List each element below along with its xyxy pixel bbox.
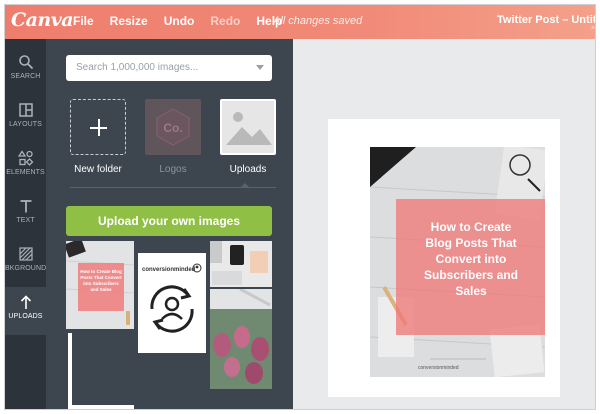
menu-resize[interactable]: Resize: [110, 14, 148, 28]
brand-wordmark: conversionminded: [142, 267, 196, 273]
uploaded-image-desk[interactable]: [210, 241, 272, 287]
top-bar: Canva File Resize Undo Redo Help All cha…: [5, 5, 595, 39]
text-icon: [20, 200, 31, 213]
search-icon: [18, 55, 33, 70]
uploads-folder[interactable]: Uploads: [220, 99, 276, 175]
headline-line-5: Sales: [455, 284, 487, 298]
main-menu: File Resize Undo Redo Help: [73, 14, 298, 28]
panel-divider: [70, 187, 276, 188]
elements-icon: [17, 150, 33, 166]
photo-brand-footer: conversionminded: [418, 365, 459, 371]
nav-search[interactable]: SEARCH: [5, 47, 46, 95]
desk-photo-thumbnail: [210, 241, 272, 287]
menu-redo[interactable]: Redo: [210, 14, 240, 28]
new-folder-button[interactable]: New folder: [70, 99, 126, 175]
thumb-headline: How to Create Blog Posts That Convert in…: [80, 269, 122, 292]
upload-arrow-icon: [20, 295, 31, 309]
app-window: Canva File Resize Undo Redo Help All cha…: [4, 4, 596, 410]
save-status: All changes saved: [273, 15, 363, 27]
nav-background-label: BKGROUND: [5, 265, 47, 272]
menu-file[interactable]: File: [73, 14, 94, 28]
logos-folder-tile[interactable]: Co.: [145, 99, 201, 155]
headline-line-4: Subscribers and: [423, 268, 519, 282]
nav-layouts-label: LAYOUTS: [9, 121, 42, 128]
headline-overlay[interactable]: How to Create Blog Posts That Convert in…: [396, 199, 545, 335]
menu-undo[interactable]: Undo: [164, 14, 195, 28]
nav-elements[interactable]: ELEMENTS: [5, 143, 46, 191]
headline-text[interactable]: How to Create Blog Posts That Convert in…: [396, 219, 545, 299]
nav-uploads[interactable]: UPLOADS: [5, 287, 46, 335]
plus-icon-vertical: [98, 119, 100, 136]
flowers-photo-thumbnail: [210, 289, 272, 389]
nav-text-label: TEXT: [16, 217, 35, 224]
uploads-folder-tile[interactable]: [220, 99, 276, 155]
uploaded-image-flowers[interactable]: [210, 289, 272, 389]
layouts-icon: [18, 103, 33, 117]
divider-pointer: [241, 183, 249, 187]
image-placeholder-icon: [222, 101, 274, 153]
design-canvas-area: How to Create Blog Posts That Convert in…: [293, 39, 595, 409]
canva-logo[interactable]: Canva: [11, 9, 74, 31]
headline-line-2: Blog Posts That: [425, 236, 517, 250]
logos-folder[interactable]: Co. Logos: [145, 99, 201, 175]
nav-elements-label: ELEMENTS: [6, 169, 45, 176]
thumb-top-band: [138, 241, 206, 253]
nav-layouts[interactable]: LAYOUTS: [5, 95, 46, 143]
user-sync-icon: [192, 263, 202, 273]
uploads-panel: Search 1,000,000 images... New folder Co…: [46, 39, 293, 409]
search-input[interactable]: Search 1,000,000 images...: [66, 55, 272, 81]
design-photo[interactable]: How to Create Blog Posts That Convert in…: [370, 147, 545, 377]
uploaded-image-blog-cover[interactable]: How to Create Blog Posts That Convert in…: [66, 241, 134, 329]
uploaded-image-frame[interactable]: [66, 333, 134, 409]
uploads-label: Uploads: [229, 164, 267, 175]
upload-images-button[interactable]: Upload your own images: [66, 206, 272, 236]
headline-line-3: Convert into: [435, 252, 507, 266]
close-icon[interactable]: ×: [591, 25, 595, 32]
nav-search-label: SEARCH: [10, 73, 41, 80]
user-sync-large-icon: [150, 285, 194, 333]
nav-uploads-label: UPLOADS: [8, 313, 43, 320]
nav-text[interactable]: TEXT: [5, 191, 46, 239]
left-nav: SEARCH LAYOUTS ELEMENTS TEXT BKGROUND UP…: [5, 39, 46, 409]
frame-thumbnail: [68, 333, 134, 409]
new-folder-tile[interactable]: [70, 99, 126, 155]
background-icon: [18, 247, 33, 261]
logos-badge-text: Co.: [163, 121, 182, 135]
uploaded-image-brand-logo[interactable]: conversionminded: [138, 241, 206, 353]
chevron-down-icon[interactable]: [256, 65, 264, 70]
nav-background[interactable]: BKGROUND: [5, 239, 46, 287]
new-folder-label: New folder: [74, 164, 122, 175]
logos-label: Logos: [159, 164, 187, 175]
uploaded-images-grid: How to Create Blog Posts That Convert in…: [66, 241, 272, 409]
document-title[interactable]: Twitter Post – Untitle: [497, 14, 595, 26]
logo-hexagon-icon: Co.: [156, 108, 190, 146]
design-page[interactable]: How to Create Blog Posts That Convert in…: [328, 119, 560, 397]
search-placeholder: Search 1,000,000 images...: [76, 62, 199, 73]
headline-line-1: How to Create: [430, 220, 512, 234]
